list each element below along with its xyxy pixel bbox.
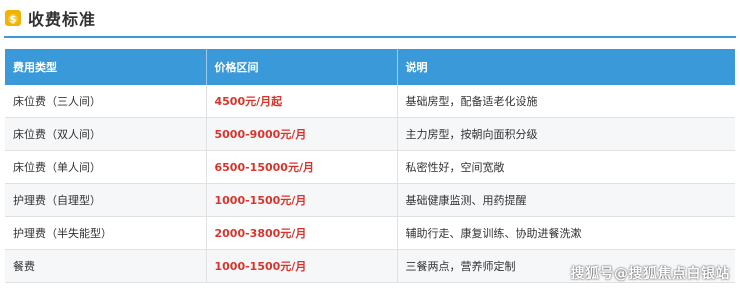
fee-type-cell: 餐费 <box>5 249 207 283</box>
table-row: 护理费（自理型） 1000-1500元/月 基础健康监测、用药提醒 <box>5 183 735 217</box>
page-title: 收费标准 <box>28 10 97 29</box>
fee-table: 费用类型 价格区间 说明 床位费（三人间） 4500元/月起 基础房型，配备适老… <box>5 49 735 283</box>
note-cell: 私密性好，空间宽敞 <box>397 150 735 184</box>
price-cell: 6500-15000元/月 <box>206 150 398 184</box>
fee-type-cell: 床位费（单人间） <box>5 150 207 184</box>
table-header-row: 费用类型 价格区间 说明 <box>5 49 735 85</box>
money-bag-icon: $ <box>5 10 21 26</box>
table-row: 床位费（单人间） 6500-15000元/月 私密性好，空间宽敞 <box>5 150 735 184</box>
note-cell: 基础健康监测、用药提醒 <box>397 183 735 217</box>
note-cell: 主力房型，按朝向面积分级 <box>397 117 735 151</box>
page: $ 收费标准 费用类型 价格区间 说明 床位费（三人间） 4500元/月起 基础… <box>0 0 740 291</box>
fee-type-cell: 护理费（半失能型） <box>5 216 207 250</box>
price-cell: 4500元/月起 <box>206 85 398 118</box>
fee-type-cell: 护理费（自理型） <box>5 183 207 217</box>
fee-type-cell: 床位费（三人间） <box>5 85 207 118</box>
title-divider <box>4 36 736 38</box>
price-cell: 1000-1500元/月 <box>206 249 398 283</box>
table-row: 护理费（半失能型） 2000-3800元/月 辅助行走、康复训练、协助进餐洗漱 <box>5 216 735 250</box>
column-header-price: 价格区间 <box>206 49 398 85</box>
table-row: 床位费（双人间） 5000-9000元/月 主力房型，按朝向面积分级 <box>5 117 735 151</box>
svg-text:$: $ <box>10 15 17 26</box>
section-header: $ 收费标准 <box>4 4 96 32</box>
price-cell: 2000-3800元/月 <box>206 216 398 250</box>
table-row: 床位费（三人间） 4500元/月起 基础房型，配备适老化设施 <box>5 85 735 118</box>
price-cell: 1000-1500元/月 <box>206 183 398 217</box>
column-header-type: 费用类型 <box>5 49 207 85</box>
note-cell: 辅助行走、康复训练、协助进餐洗漱 <box>397 216 735 250</box>
price-cell: 5000-9000元/月 <box>206 117 398 151</box>
fee-type-cell: 床位费（双人间） <box>5 117 207 151</box>
watermark: 搜狐号@搜狐焦点白银站 <box>570 266 730 282</box>
note-cell: 基础房型，配备适老化设施 <box>397 85 735 118</box>
column-header-note: 说明 <box>397 49 735 85</box>
